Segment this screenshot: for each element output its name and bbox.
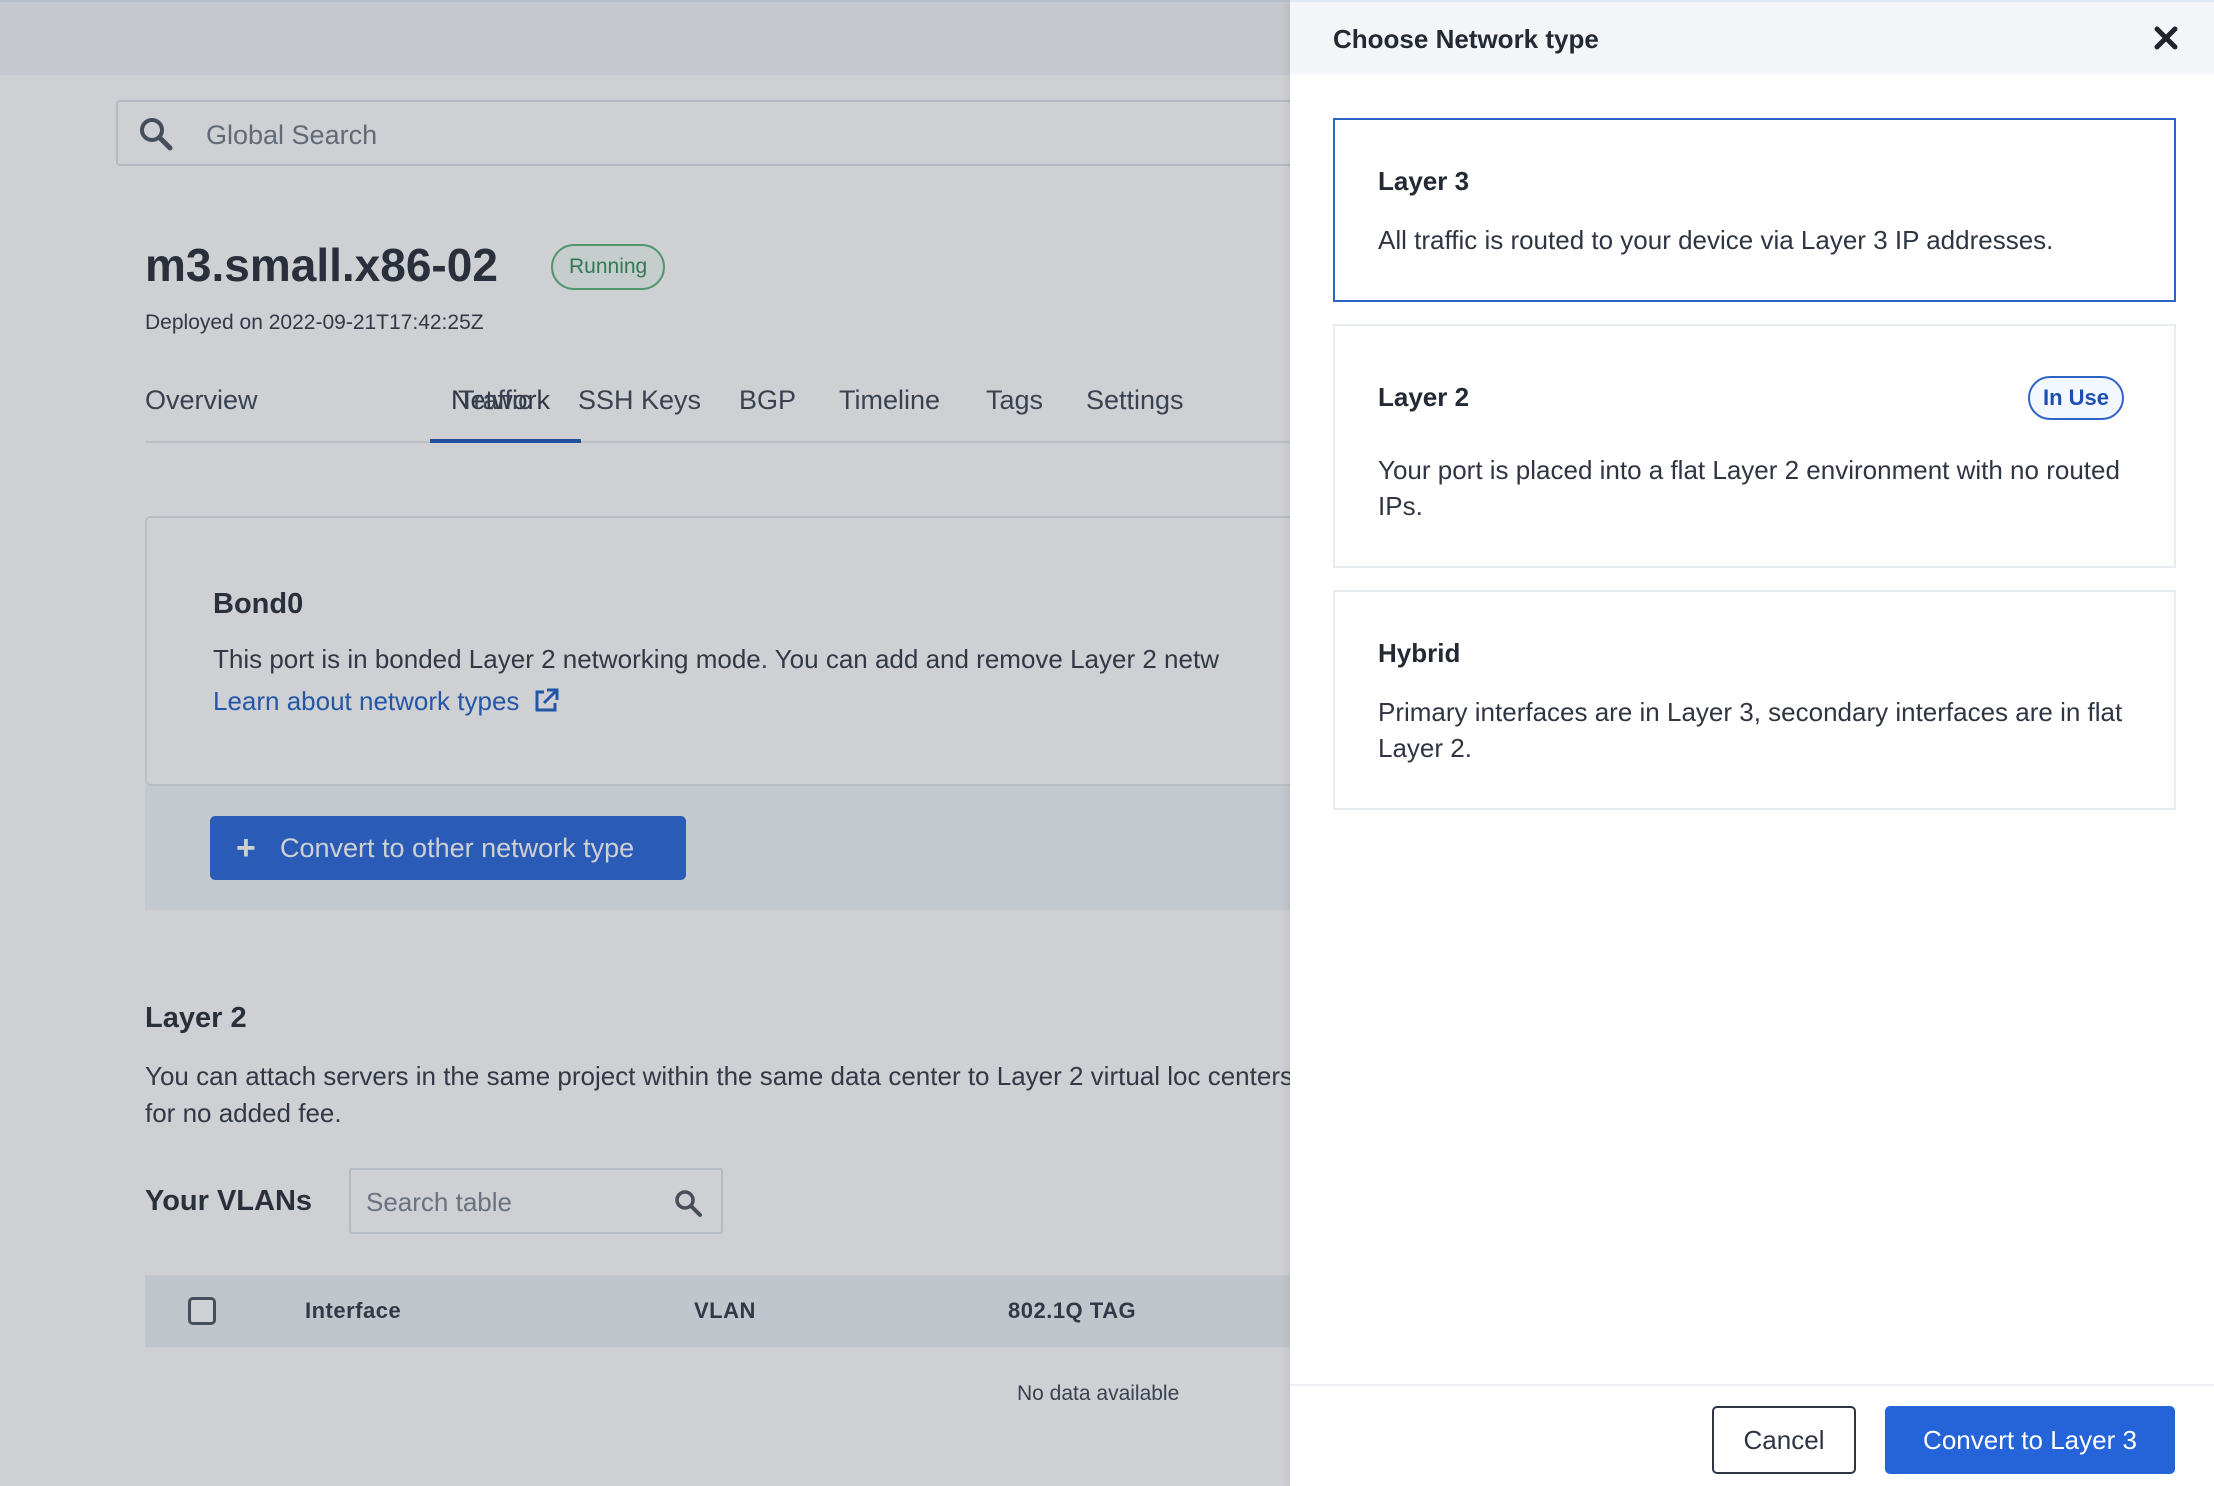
option-layer-2[interactable]: Layer 2 In Use Your port is placed into …: [1333, 324, 2176, 568]
option-title: Layer 3: [1378, 166, 1470, 196]
option-hybrid[interactable]: Hybrid Primary interfaces are in Layer 3…: [1333, 590, 2176, 810]
drawer-title: Choose Network type: [1333, 24, 1599, 54]
network-type-drawer: Choose Network type Layer 3 All traffic …: [1290, 0, 2214, 1486]
drawer-header: Choose Network type: [1290, 0, 2214, 74]
option-layer-3[interactable]: Layer 3 All traffic is routed to your de…: [1333, 118, 2176, 302]
in-use-badge: In Use: [2027, 376, 2124, 420]
option-description: Primary interfaces are in Layer 3, secon…: [1378, 697, 2123, 763]
option-description: Your port is placed into a flat Layer 2 …: [1378, 455, 2120, 521]
option-title: Hybrid: [1378, 638, 1461, 668]
option-description: All traffic is routed to your device via…: [1378, 225, 2054, 255]
modal-overlay[interactable]: [0, 0, 1290, 1486]
convert-to-layer3-button[interactable]: Convert to Layer 3: [1885, 1406, 2175, 1474]
drawer-footer: Cancel Convert to Layer 3: [1290, 1384, 2214, 1486]
close-icon[interactable]: [2148, 20, 2184, 56]
cancel-button[interactable]: Cancel: [1712, 1406, 1856, 1474]
option-title: Layer 2: [1378, 382, 1470, 412]
